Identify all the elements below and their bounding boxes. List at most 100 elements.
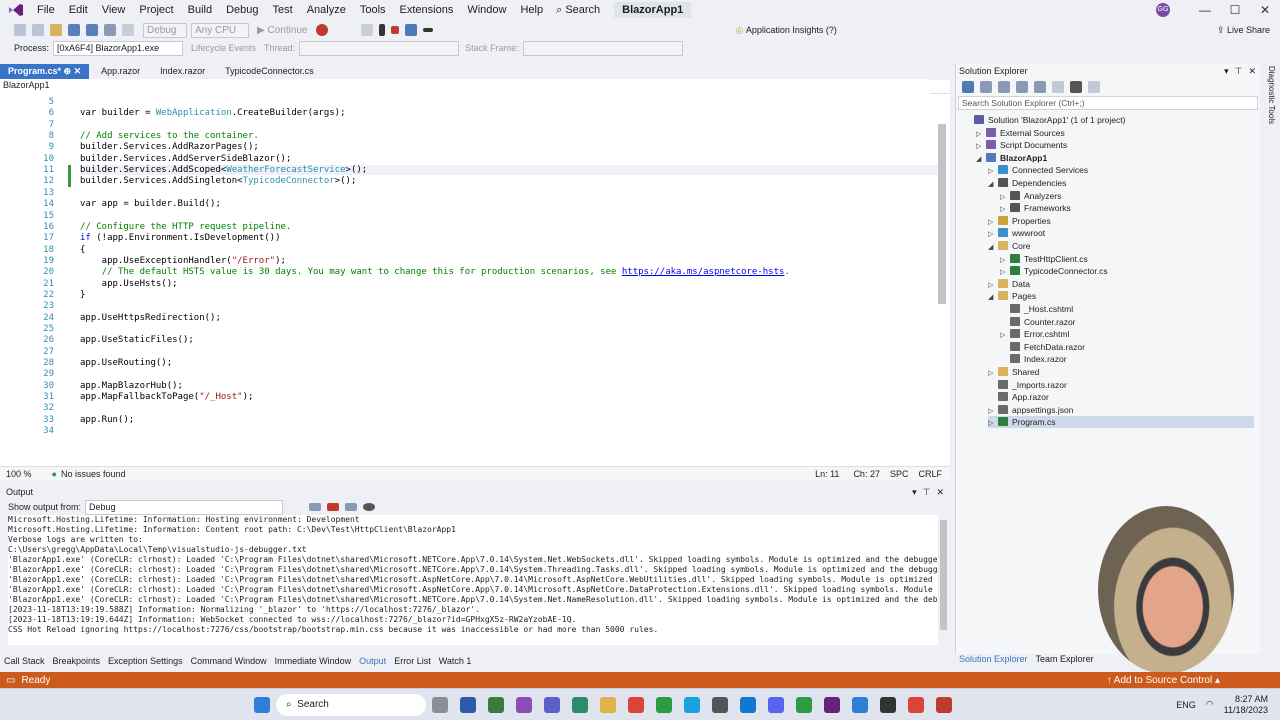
- tree-node[interactable]: ▷ Connected Services: [988, 164, 1254, 176]
- code-line[interactable]: // Add services to the container.: [80, 131, 259, 141]
- config-dropdown[interactable]: Debug: [143, 22, 187, 38]
- menu-tools[interactable]: Tools: [360, 4, 386, 16]
- tool-tab[interactable]: Immediate Window: [275, 656, 352, 666]
- code-line[interactable]: builder.Services.AddServerSideBlazor();: [80, 154, 291, 164]
- se-pin-icon[interactable]: ⊤: [1235, 66, 1243, 77]
- redo-icon[interactable]: [122, 24, 134, 36]
- panel-dropdown-icon[interactable]: ▾: [912, 487, 917, 498]
- menu-help[interactable]: Help: [520, 4, 543, 16]
- open-icon[interactable]: [50, 24, 62, 36]
- menu-test[interactable]: Test: [273, 4, 293, 16]
- code-line[interactable]: var app = builder.Build();: [80, 199, 221, 209]
- teams-icon[interactable]: [544, 696, 560, 713]
- code-line[interactable]: builder.Services.AddScoped<WeatherForeca…: [80, 165, 940, 176]
- discord-icon[interactable]: [768, 696, 784, 713]
- tree-node[interactable]: _Imports.razor: [988, 379, 1254, 391]
- expand-arrow-icon[interactable]: ◢: [988, 179, 996, 191]
- find-icon[interactable]: [309, 503, 322, 511]
- tool-tab[interactable]: Watch 1: [439, 656, 472, 666]
- show-all-files-icon[interactable]: [1016, 81, 1028, 93]
- search-button[interactable]: ⌕ Search: [556, 4, 600, 17]
- type-dropdown[interactable]: [310, 79, 620, 94]
- properties-icon[interactable]: [1070, 81, 1082, 93]
- editor-tab[interactable]: Index.razor: [152, 64, 213, 80]
- save-all-icon[interactable]: [86, 24, 98, 36]
- menu-extensions[interactable]: Extensions: [400, 4, 454, 16]
- editor-tab[interactable]: TypicodeConnector.cs: [217, 64, 322, 80]
- tree-node[interactable]: Solution 'BlazorApp1' (1 of 1 project): [964, 114, 1254, 126]
- excel-icon[interactable]: [488, 696, 504, 713]
- app-insights-button[interactable]: ◎ Application Insights (?): [736, 25, 837, 36]
- code-line[interactable]: app.UseExceptionHandler("/Error");: [80, 256, 286, 266]
- member-dropdown[interactable]: [620, 79, 930, 94]
- se-tab[interactable]: Solution Explorer: [959, 654, 1028, 664]
- browser-link-icon[interactable]: [360, 24, 373, 36]
- tree-node[interactable]: ▷ wwwroot: [988, 227, 1254, 239]
- language-indicator[interactable]: ENG: [1176, 700, 1196, 710]
- tree-node[interactable]: FetchData.razor: [1000, 341, 1254, 353]
- menu-view[interactable]: View: [102, 4, 126, 16]
- code-line[interactable]: app.UseHsts();: [80, 279, 178, 289]
- back-icon[interactable]: [14, 24, 26, 36]
- platform-dropdown[interactable]: Any CPU: [191, 22, 249, 38]
- stop-icon[interactable]: [390, 26, 399, 34]
- avatar[interactable]: GG: [1156, 3, 1170, 17]
- tree-node[interactable]: ▷ Analyzers: [1000, 190, 1254, 202]
- thread-dropdown[interactable]: [299, 40, 460, 56]
- timestamp-icon[interactable]: [363, 503, 376, 511]
- pin-icon[interactable]: ⊤: [923, 487, 931, 498]
- se-dropdown-icon[interactable]: ▾: [1224, 66, 1229, 77]
- lifecycle-events-button[interactable]: Lifecycle Events: [191, 43, 256, 53]
- menu-file[interactable]: File: [37, 4, 55, 16]
- stack-frame-dropdown[interactable]: [522, 40, 683, 56]
- tool-tab[interactable]: Error List: [394, 656, 431, 666]
- zoom-level[interactable]: 100 %: [6, 469, 32, 479]
- code-line[interactable]: // The default HSTS value is 30 days. Yo…: [80, 267, 790, 277]
- close-button[interactable]: ✕: [1250, 3, 1280, 17]
- tree-node[interactable]: ▷ External Sources: [976, 127, 1254, 139]
- vs2022-icon[interactable]: [824, 696, 840, 713]
- word-wrap-icon[interactable]: [345, 503, 358, 511]
- code-line[interactable]: builder.Services.AddRazorPages();: [80, 142, 259, 152]
- tree-node[interactable]: ◢ Dependencies: [988, 177, 1254, 189]
- output-text[interactable]: Microsoft.Hosting.Lifetime: Information:…: [8, 515, 938, 645]
- edge-icon[interactable]: [572, 696, 588, 713]
- tree-node[interactable]: Counter.razor: [1000, 316, 1254, 328]
- app-icon[interactable]: [460, 696, 476, 713]
- diagnostic-tools-tab[interactable]: Diagnostic Tools: [1267, 66, 1276, 124]
- whatsapp-icon[interactable]: [656, 696, 672, 713]
- terminal-icon[interactable]: [880, 696, 896, 713]
- menu-edit[interactable]: Edit: [69, 4, 88, 16]
- menu-project[interactable]: Project: [139, 4, 173, 16]
- tree-node[interactable]: ▷ Properties: [988, 215, 1254, 227]
- sync-icon[interactable]: [962, 81, 974, 93]
- collapse-all-icon[interactable]: [998, 81, 1010, 93]
- skype-icon[interactable]: [684, 696, 700, 713]
- file-explorer-icon[interactable]: [600, 696, 616, 713]
- tree-node[interactable]: _Host.cshtml: [1000, 303, 1254, 315]
- tree-node[interactable]: ▷ Script Documents: [976, 139, 1254, 151]
- code-line[interactable]: app.Run();: [80, 415, 134, 425]
- app2-icon[interactable]: [712, 696, 728, 713]
- solution-search-input[interactable]: Search Solution Explorer (Ctrl+;): [958, 96, 1258, 110]
- refresh-icon[interactable]: [1034, 81, 1046, 93]
- code-line[interactable]: app.MapFallbackToPage("/_Host");: [80, 392, 253, 402]
- show-next-statement-icon[interactable]: [422, 28, 433, 32]
- se-close-icon[interactable]: ✕: [1248, 66, 1256, 77]
- expand-arrow-icon[interactable]: ▷: [988, 418, 996, 430]
- menu-analyze[interactable]: Analyze: [307, 4, 346, 16]
- whitespace-mode[interactable]: SPC: [890, 469, 909, 479]
- code-line[interactable]: app.MapBlazorHub();: [80, 381, 183, 391]
- pause-icon[interactable]: [378, 24, 385, 36]
- clock[interactable]: 8:27 AM 11/18/2023: [1224, 694, 1268, 716]
- close-panel-icon[interactable]: ✕: [936, 487, 944, 498]
- output-scrollbar[interactable]: [940, 520, 947, 630]
- code-line[interactable]: }: [80, 290, 85, 300]
- chrome-icon[interactable]: [628, 696, 644, 713]
- diagnostic-tools-strip[interactable]: Diagnostic Tools: [1262, 64, 1280, 654]
- expand-arrow-icon[interactable]: ◢: [988, 292, 996, 304]
- editor-tab[interactable]: App.razor: [93, 64, 148, 80]
- vscode-icon[interactable]: [740, 696, 756, 713]
- tool-tab[interactable]: Breakpoints: [53, 656, 101, 666]
- code-line[interactable]: app.UseRouting();: [80, 358, 172, 368]
